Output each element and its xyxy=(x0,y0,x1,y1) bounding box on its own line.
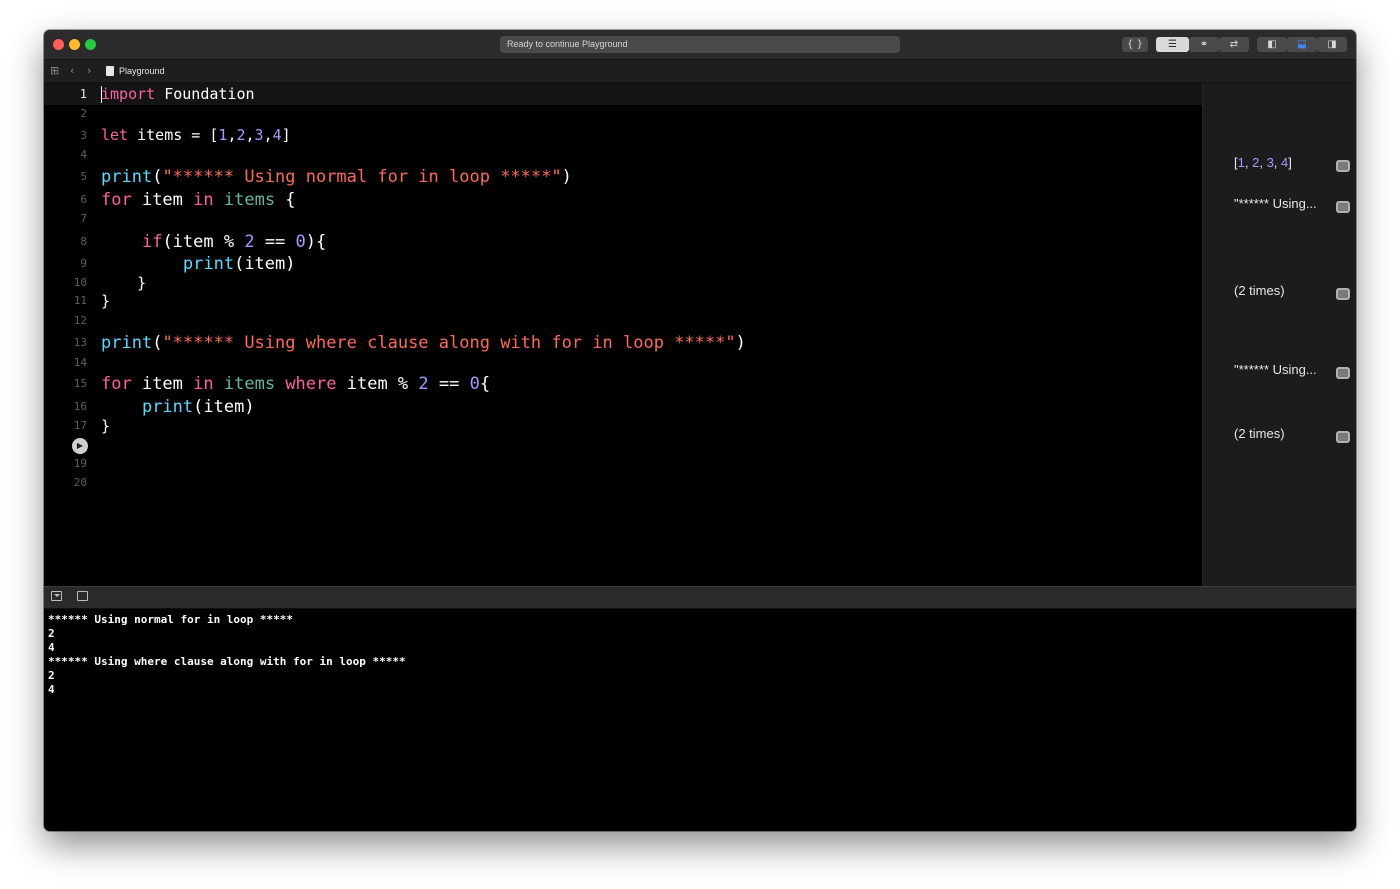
breadcrumb-file[interactable]: Playground xyxy=(119,65,165,77)
code-line-10[interactable]: } xyxy=(101,274,146,292)
left-panel-icon: ◧ xyxy=(1267,39,1277,50)
code-line-3[interactable]: let items = [1,2,3,4] xyxy=(101,126,291,144)
venn-circles-icon: ⚭ xyxy=(1199,39,1209,50)
text-lines-icon: ☰ xyxy=(1168,39,1177,50)
line-number: 13 xyxy=(73,336,87,349)
title-bar: Ready to continue Playground { } ☰ ⚭ ⇄ ◧… xyxy=(44,30,1356,60)
zoom-window-button[interactable] xyxy=(85,39,96,50)
quick-look-button[interactable] xyxy=(1336,160,1350,172)
hide-debug-area-icon[interactable] xyxy=(51,591,62,601)
result-print-normal: "****** Using... xyxy=(1234,196,1317,211)
console-line: ****** Using where clause along with for… xyxy=(48,655,406,668)
result-print-where: "****** Using... xyxy=(1234,362,1317,377)
quick-look-button[interactable] xyxy=(1336,201,1350,213)
line-number: 19 xyxy=(73,457,87,470)
standard-editor-button[interactable]: ☰ xyxy=(1156,37,1189,52)
line-number: 9 xyxy=(80,257,87,270)
line-number: 11 xyxy=(73,294,87,307)
toggle-inspector-button[interactable]: ◨ xyxy=(1317,37,1347,52)
play-icon: ▶ xyxy=(76,441,84,450)
console-line: 4 xyxy=(48,641,55,654)
line-number: 20 xyxy=(73,476,87,489)
code-line-8[interactable]: if(item % 2 == 0){ xyxy=(101,232,326,252)
quick-look-button[interactable] xyxy=(1336,288,1350,300)
code-line-16[interactable]: print(item) xyxy=(101,397,255,417)
code-line-11[interactable]: } xyxy=(101,292,110,310)
results-sidebar: [1, 2, 3, 4] "****** Using... (2 times) … xyxy=(1202,83,1356,586)
console-line: ****** Using normal for in loop ***** xyxy=(48,613,294,626)
result-loop-count: (2 times) xyxy=(1234,426,1285,441)
line-number: 14 xyxy=(73,356,87,369)
line-number: 1 xyxy=(79,87,87,101)
code-review-button[interactable]: { } xyxy=(1122,37,1148,52)
line-number: 3 xyxy=(80,129,87,142)
code-line-15[interactable]: for item in items where item % 2 == 0{ xyxy=(101,374,490,394)
code-line-5[interactable]: print("****** Using normal for in loop *… xyxy=(101,167,572,187)
line-number: 5 xyxy=(80,170,87,183)
console-line: 2 xyxy=(48,669,55,682)
code-line-9[interactable]: print(item) xyxy=(101,254,296,274)
line-number: 10 xyxy=(73,276,87,289)
playground-window: Ready to continue Playground { } ☰ ⚭ ⇄ ◧… xyxy=(44,30,1356,831)
arrows-swap-icon: ⇄ xyxy=(1229,39,1239,50)
line-number: 6 xyxy=(80,193,87,206)
related-items-grid-icon[interactable]: ⊞ xyxy=(50,63,59,79)
debug-bar xyxy=(44,586,1356,609)
line-number: 16 xyxy=(73,400,87,413)
toggle-debug-area-button[interactable]: ⬓ xyxy=(1287,37,1317,52)
result-items-array: [1, 2, 3, 4] xyxy=(1234,155,1292,170)
swift-file-icon xyxy=(106,66,114,76)
right-panel-icon: ◨ xyxy=(1327,39,1337,50)
run-playground-button[interactable]: ▶ xyxy=(72,438,88,454)
line-number: 12 xyxy=(73,314,87,327)
line-number: 4 xyxy=(80,148,87,161)
code-line-1[interactable]: import Foundation xyxy=(101,85,255,103)
forward-chevron-icon[interactable]: › xyxy=(87,63,91,79)
line-number: 2 xyxy=(80,107,87,120)
line-number: 15 xyxy=(73,377,87,390)
console-line: 2 xyxy=(48,627,55,640)
line-number: 17 xyxy=(73,419,87,432)
line-number: 7 xyxy=(80,212,87,225)
close-window-button[interactable] xyxy=(53,39,64,50)
code-line-13[interactable]: print("****** Using where clause along w… xyxy=(101,333,746,353)
result-loop-count: (2 times) xyxy=(1234,283,1285,298)
assistant-editor-button[interactable]: ⚭ xyxy=(1189,37,1219,52)
back-chevron-icon[interactable]: ‹ xyxy=(70,63,74,79)
bottom-panel-icon: ⬓ xyxy=(1297,39,1307,50)
console-line: 4 xyxy=(48,683,55,696)
quick-look-button[interactable] xyxy=(1336,431,1350,443)
line-number: 8 xyxy=(80,235,87,248)
source-editor[interactable]: 1 2 3 4 5 6 7 8 9 10 11 12 13 14 15 16 1… xyxy=(44,83,1202,586)
toggle-navigator-button[interactable]: ◧ xyxy=(1257,37,1287,52)
activity-status: Ready to continue Playground xyxy=(500,36,900,53)
code-line-6[interactable]: for item in items { xyxy=(101,190,296,210)
quick-look-button[interactable] xyxy=(1336,367,1350,379)
jump-bar: ⊞ ‹ › Playground xyxy=(44,60,1356,83)
version-editor-button[interactable]: ⇄ xyxy=(1219,37,1249,52)
console-toggle-icon[interactable] xyxy=(77,591,88,601)
minimize-window-button[interactable] xyxy=(69,39,80,50)
code-line-17[interactable]: } xyxy=(101,417,110,435)
console-output[interactable]: ****** Using normal for in loop ***** 2 … xyxy=(44,609,1356,831)
